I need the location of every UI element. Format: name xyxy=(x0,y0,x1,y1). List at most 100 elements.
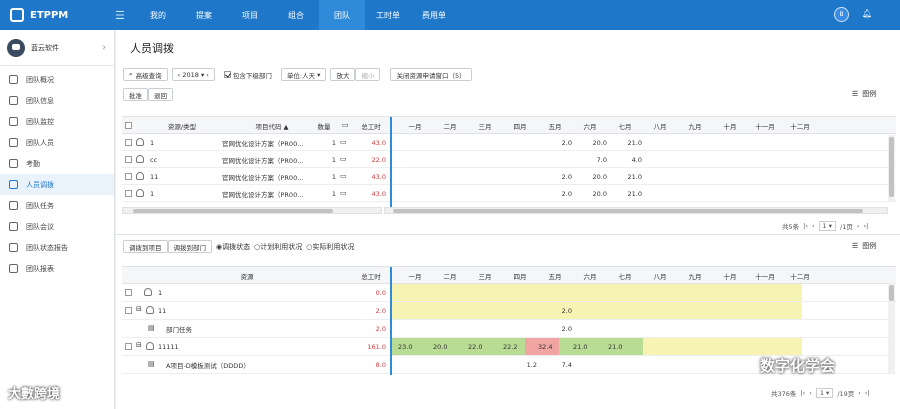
sidebar-item-7[interactable]: 团队会议 xyxy=(0,216,114,237)
zoom-in-button[interactable]: 放大 xyxy=(330,68,356,81)
radio3-label: 实际利用状况 xyxy=(312,242,355,251)
nav-item-6[interactable]: 费用单 xyxy=(411,0,457,30)
next-year-icon[interactable]: › xyxy=(206,71,209,79)
bottom-page-input[interactable]: 1 ▾ xyxy=(815,388,834,398)
top-horizontal-scrollbar-right[interactable] xyxy=(384,207,888,214)
app-logo[interactable]: ETPPM xyxy=(0,0,115,30)
chevron-right-icon: › xyxy=(102,42,106,53)
to-project-button[interactable]: 调拨到项目 xyxy=(123,240,168,253)
comment-icon[interactable]: ▭ xyxy=(340,155,347,163)
header-project[interactable]: 项目代码 ▲ xyxy=(222,117,322,134)
prev-year-icon[interactable]: ‹ xyxy=(178,71,181,79)
expand-icon[interactable]: ⊟ xyxy=(136,305,142,313)
year-selector[interactable]: ‹ 2018 ▾ › xyxy=(171,68,215,81)
menu-toggle-icon[interactable]: ☰ xyxy=(115,9,135,22)
comment-icon[interactable]: ▭ xyxy=(340,189,347,197)
sidebar-item-3[interactable]: 团队人员 xyxy=(0,132,114,153)
header-total: 总工时 xyxy=(361,272,381,281)
nav-item-5[interactable]: 工时单 xyxy=(365,0,411,30)
bottom-legend-toggle[interactable]: ☰ 图例 xyxy=(852,241,876,251)
bottom-vertical-scrollbar[interactable] xyxy=(888,283,895,373)
sidebar-item-8[interactable]: 团队状态报告 xyxy=(0,237,114,258)
last-page-icon[interactable]: ›| xyxy=(865,389,870,397)
row-checkbox[interactable] xyxy=(125,307,132,314)
month-value: 32.4 xyxy=(538,342,553,351)
sidebar-item-2[interactable]: 团队监控 xyxy=(0,111,114,132)
total-hours: 43.0 xyxy=(371,138,386,147)
menu-item-icon xyxy=(9,117,18,126)
include-sub-checkbox[interactable]: 包含下级部门 xyxy=(218,68,277,81)
row-checkbox[interactable] xyxy=(125,156,132,163)
radio-transfer-status[interactable]: ◉调拨状态 xyxy=(216,242,250,252)
table-row[interactable]: ⊟ 11 2.0 2.0 xyxy=(122,302,896,320)
to-dept-button[interactable]: 调拨到部门 xyxy=(167,240,212,253)
page-title: 人员调拨 xyxy=(130,42,174,55)
legend-label: 图例 xyxy=(862,90,877,98)
close-resource-window-button[interactable]: 关闭资源申请窗口（5） xyxy=(390,68,472,81)
top-vertical-scrollbar[interactable] xyxy=(888,135,895,201)
table-header: 资源/类型 项目代码 ▲ 数量 ▭ 总工时 一月 二月 三月 四月 五月 六月 七月 八月 九月 十月 十一月… xyxy=(122,117,896,134)
first-page-icon[interactable]: |‹ xyxy=(800,389,805,397)
expand-icon[interactable]: ⊟ xyxy=(136,341,142,349)
approve-button[interactable]: 批准 xyxy=(123,88,148,101)
bell-icon[interactable]: 🔔︎ xyxy=(862,9,872,18)
sidebar-item-4[interactable]: 考勤 xyxy=(0,153,114,174)
row-checkbox[interactable] xyxy=(125,190,132,197)
table-row[interactable]: 1 官网优化设计方案（PR00... 1 ▭ 43.0 2.0 20.0 21.0 xyxy=(122,134,896,151)
person-icon xyxy=(136,189,144,197)
row-checkbox[interactable] xyxy=(125,343,132,350)
header-month: 二月 xyxy=(443,272,457,281)
quantity: 1 xyxy=(331,189,336,198)
radio-actual-use[interactable]: ○实际利用状况 xyxy=(306,242,354,252)
row-checkbox[interactable] xyxy=(125,139,132,146)
comment-icon[interactable]: ▭ xyxy=(340,172,347,180)
nav-item-3[interactable]: 组合 xyxy=(273,0,319,30)
sidebar-item-label: 团队人员 xyxy=(26,138,54,147)
sidebar-item-9[interactable]: 团队报表 xyxy=(0,258,114,279)
bottom-total-pages: /19页 xyxy=(837,390,855,398)
table-row[interactable]: 1 官网优化设计方案（PR00... 1 ▭ 43.0 2.0 20.0 21.0 xyxy=(122,185,896,202)
sidebar-menu: 团队概况 团队信息 团队监控团队人员考勤 人员调拨 团队任务 团队会议 团队状态报告 团队报表 xyxy=(0,66,114,279)
table-row[interactable]: cc 官网优化设计方案（PR00... 1 ▭ 22.0 7.0 4.0 xyxy=(122,151,896,168)
nav-item-0[interactable]: 我的 xyxy=(135,0,181,30)
comment-icon[interactable]: ▭ xyxy=(340,138,347,146)
top-bar: ETPPM ☰ 我的 提案 项目 组合 团队 工时单 费用单 xyxy=(0,0,900,30)
top-page-input[interactable]: 1 ▾ xyxy=(818,221,837,231)
reject-button[interactable]: 退回 xyxy=(148,88,173,101)
frozen-column-splitter[interactable] xyxy=(390,117,392,213)
month-value: 1.2 xyxy=(526,360,537,369)
unit-select[interactable]: 单位:人天 ▾ xyxy=(280,68,327,81)
next-page-icon[interactable]: › xyxy=(857,222,860,230)
row-checkbox[interactable] xyxy=(125,289,132,296)
nav-item-2[interactable]: 项目 xyxy=(227,0,273,30)
prev-page-icon[interactable]: ‹ xyxy=(809,389,812,397)
quantity: 1 xyxy=(331,172,336,181)
nav-item-4[interactable]: 团队 xyxy=(319,0,365,30)
org-switcher[interactable]: 蓝云软件 › xyxy=(0,30,114,66)
frozen-column-splitter[interactable] xyxy=(390,267,392,375)
table-row[interactable]: ▤ 部门任务 2.0 2.0 xyxy=(122,320,896,338)
prev-page-icon[interactable]: ‹ xyxy=(812,222,815,230)
radio-planned-use[interactable]: ○计划利用状况 xyxy=(254,242,302,252)
first-page-icon[interactable]: |‹ xyxy=(803,222,808,230)
table-row[interactable]: 1 0.0 xyxy=(122,284,896,302)
top-horizontal-scrollbar-left[interactable] xyxy=(122,207,382,214)
header-resource[interactable]: 资源/类型 xyxy=(152,117,212,134)
select-all-checkbox[interactable] xyxy=(125,122,132,129)
row-checkbox[interactable] xyxy=(125,173,132,180)
advanced-search-button[interactable]: ⌕ 高级查询 xyxy=(123,68,168,81)
table-row[interactable]: 11 官网优化设计方案（PR00... 1 ▭ 43.0 2.0 20.0 21.0 xyxy=(122,168,896,185)
user-avatar[interactable]: B xyxy=(834,7,849,22)
legend-toggle[interactable]: ☰ 图例 xyxy=(852,89,876,99)
next-page-icon[interactable]: › xyxy=(858,389,861,397)
sidebar-item-0[interactable]: 团队概况 xyxy=(0,69,114,90)
zoom-out-button[interactable]: 缩小 xyxy=(355,68,381,81)
sidebar-item-5[interactable]: 人员调拨 xyxy=(0,174,114,195)
nav-item-1[interactable]: 提案 xyxy=(181,0,227,30)
sidebar-item-1[interactable]: 团队信息 xyxy=(0,90,114,111)
last-page-icon[interactable]: ›| xyxy=(863,222,868,230)
table-row[interactable]: ⊟ 11111 161.0 23.0 20.0 22.0 22.2 32.4 21.0 21.0 xyxy=(122,338,896,356)
row-highlight xyxy=(392,302,802,319)
month-value: 4.0 xyxy=(631,155,642,164)
sidebar-item-6[interactable]: 团队任务 xyxy=(0,195,114,216)
